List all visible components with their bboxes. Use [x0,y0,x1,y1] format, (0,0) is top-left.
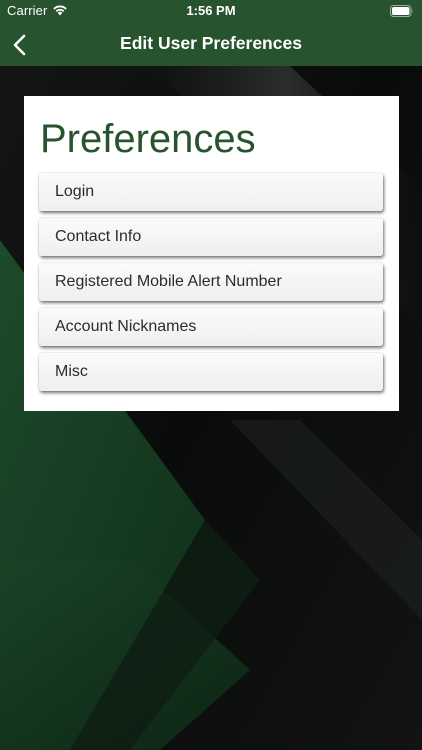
registered-mobile-alert-number-button[interactable]: Registered Mobile Alert Number [39,263,383,301]
preferences-card: Preferences Login Contact Info Registere… [24,96,399,411]
preferences-heading: Preferences [40,117,256,161]
status-bar: Carrier 1:56 PM [0,0,422,22]
battery-icon [390,5,413,17]
contact-info-button[interactable]: Contact Info [39,218,383,256]
account-nicknames-button[interactable]: Account Nicknames [39,308,383,346]
status-time: 1:56 PM [186,3,236,18]
misc-button[interactable]: Misc [39,353,383,391]
preferences-list: Login Contact Info Registered Mobile Ale… [39,173,383,398]
login-button[interactable]: Login [39,173,383,211]
page-title: Edit User Preferences [120,33,302,53]
navigation-bar: Edit User Preferences [0,22,422,66]
